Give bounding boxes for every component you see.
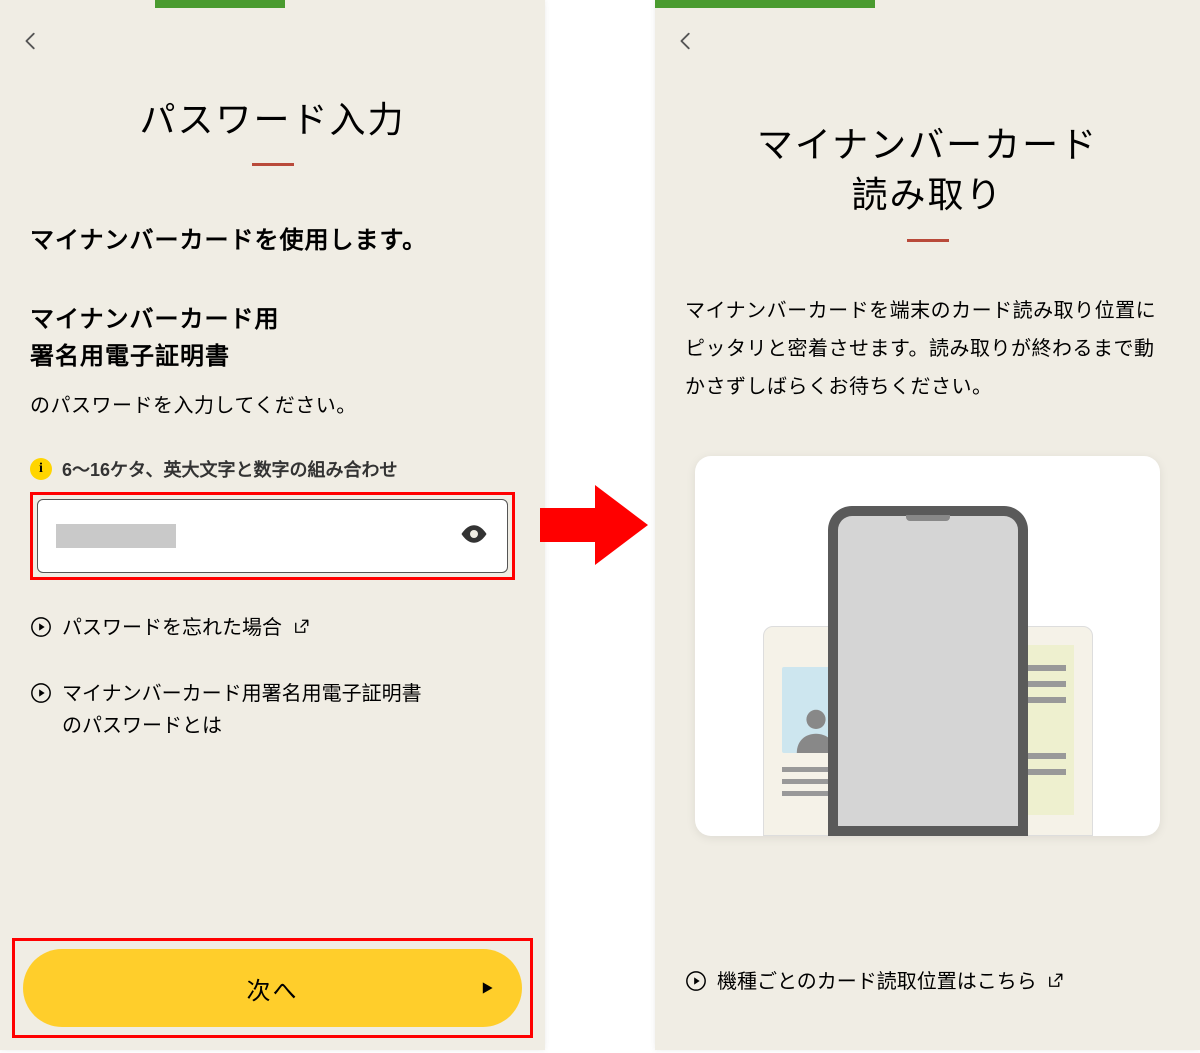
- back-button[interactable]: [20, 30, 50, 60]
- triangle-right-icon: [480, 974, 494, 1002]
- next-button-highlight: 次へ: [12, 938, 533, 1038]
- screen-password-entry: パスワード入力 マイナンバーカードを使用します。 マイナンバーカード用 署名用電…: [0, 0, 545, 1050]
- play-circle-icon: [685, 970, 707, 992]
- next-button-label: 次へ: [247, 971, 299, 1006]
- page-title-line2: 読み取り: [851, 174, 1003, 215]
- phone-graphic: [828, 506, 1028, 836]
- password-hint-row: i 6～16ケタ、英大文字と数字の組み合わせ: [30, 456, 515, 482]
- title-divider: [907, 239, 949, 242]
- password-input-highlight: [30, 492, 515, 580]
- play-circle-icon: [30, 616, 52, 638]
- title-divider: [252, 163, 294, 166]
- password-masked-value: [56, 524, 176, 548]
- chevron-left-icon: [675, 30, 697, 52]
- back-button[interactable]: [675, 30, 705, 60]
- certificate-label-line1: マイナンバーカード用: [30, 306, 280, 333]
- certificate-label-line2: 署名用電子証明書: [30, 343, 230, 370]
- arrow-right-icon: [540, 480, 650, 570]
- link-card-position-text: 機種ごとのカード読取位置はこちら: [717, 971, 1037, 993]
- page-title-line1: マイナンバーカード: [757, 124, 1098, 165]
- password-hint-text: 6～16ケタ、英大文字と数字の組み合わせ: [62, 456, 398, 482]
- chevron-left-icon: [20, 30, 42, 52]
- play-circle-icon: [30, 682, 52, 704]
- next-button[interactable]: 次へ: [23, 949, 522, 1027]
- link-card-position[interactable]: 機種ごとのカード読取位置はこちら: [685, 966, 1170, 1000]
- certificate-label: マイナンバーカード用 署名用電子証明書: [30, 301, 515, 375]
- page-title: パスワード入力: [0, 95, 545, 145]
- link-forgot-text: パスワードを忘れた場合: [62, 617, 282, 639]
- screen-card-reading: マイナンバーカード 読み取り マイナンバーカードを端末のカード読み取り位置にピッ…: [655, 0, 1200, 1050]
- instruction-text: マイナンバーカードを端末のカード読み取り位置にピッタリと密着させます。読み取りが…: [685, 292, 1170, 406]
- link-what-is-text: マイナンバーカード用署名用電子証明書 のパスワードとは: [62, 678, 422, 742]
- link-what-is-password[interactable]: マイナンバーカード用署名用電子証明書 のパスワードとは: [30, 678, 515, 742]
- card-reading-illustration: [695, 456, 1160, 836]
- link-forgot-password[interactable]: パスワードを忘れた場合: [30, 612, 515, 646]
- page-title: マイナンバーカード 読み取り: [655, 120, 1200, 221]
- info-icon: i: [30, 458, 52, 480]
- progress-bar: [155, 0, 285, 8]
- progress-bar: [655, 0, 875, 8]
- external-link-icon: [1046, 968, 1064, 1000]
- eye-icon: [459, 519, 489, 549]
- subtitle-use-card: マイナンバーカードを使用します。: [30, 221, 515, 261]
- external-link-icon: [292, 614, 310, 646]
- toggle-visibility-button[interactable]: [459, 519, 489, 554]
- password-prompt: のパスワードを入力してください。: [30, 389, 515, 418]
- password-input[interactable]: [37, 499, 508, 573]
